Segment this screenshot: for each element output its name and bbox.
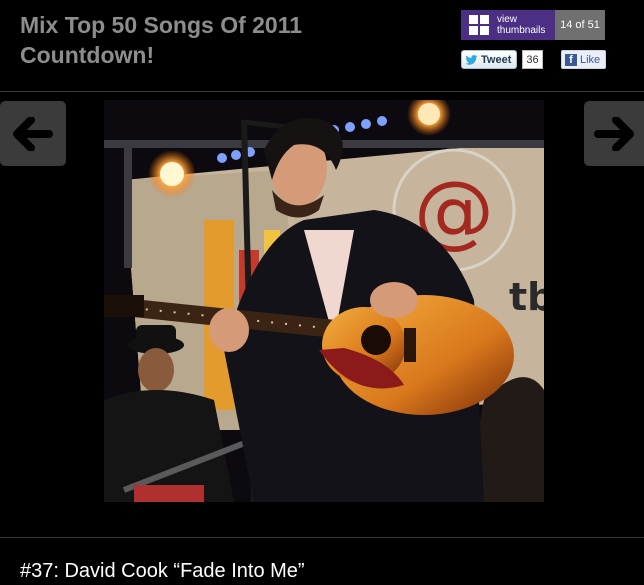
- top-divider: [0, 91, 644, 92]
- slide-counter: 14 of 51: [555, 10, 605, 40]
- view-thumbnails-button[interactable]: view thumbnails: [461, 10, 555, 40]
- next-button[interactable]: [584, 101, 644, 166]
- facebook-icon: f: [565, 53, 577, 66]
- tweet-button[interactable]: Tweet: [461, 50, 518, 69]
- grid-icon: [469, 15, 489, 35]
- like-label: Like: [580, 53, 601, 66]
- facebook-like-button[interactable]: f Like: [561, 50, 606, 69]
- slide-photo: @ tbu: [104, 100, 544, 502]
- tweet-label: Tweet: [481, 53, 512, 66]
- banner-suffix: tbu: [509, 275, 544, 319]
- arrow-left-icon: [13, 116, 53, 151]
- caption-divider: [0, 537, 644, 538]
- twitter-bird-icon: [465, 54, 478, 65]
- page-title: Mix Top 50 Songs Of 2011 Countdown!: [20, 12, 303, 68]
- concert-photo: @ tbu: [104, 100, 544, 502]
- tweet-widget: Tweet 36: [461, 50, 543, 69]
- slide-caption: #37: David Cook “Fade Into Me”: [20, 560, 305, 582]
- view-thumbnails-label: view thumbnails: [497, 14, 546, 36]
- arrow-right-icon: [594, 116, 634, 151]
- tweet-count: 36: [522, 50, 543, 69]
- previous-button[interactable]: [0, 101, 66, 166]
